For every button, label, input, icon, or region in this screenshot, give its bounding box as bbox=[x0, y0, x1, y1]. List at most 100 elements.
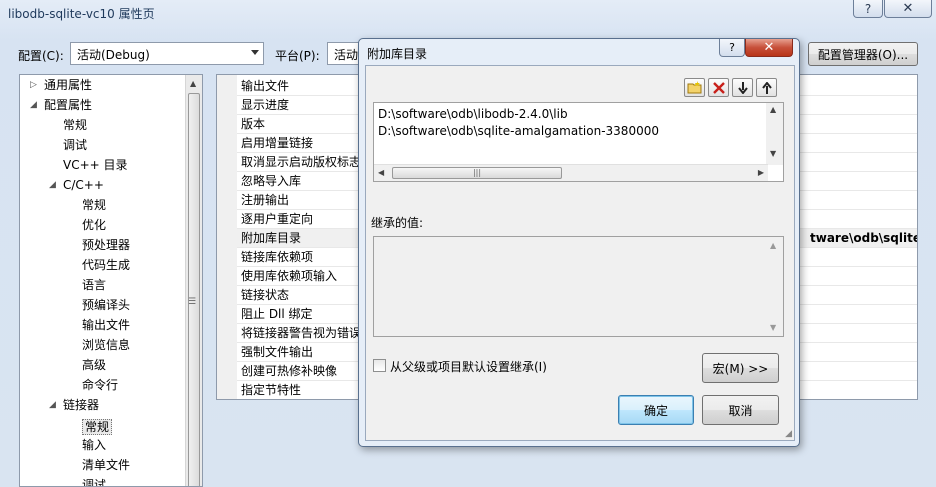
dialog-body: D:\software\odb\libodb-2.4.0\lib D:\soft… bbox=[365, 65, 795, 441]
tree-item[interactable]: 常规 bbox=[82, 415, 113, 435]
property-name: 强制文件输出 bbox=[241, 345, 314, 359]
collapse-arrow-icon[interactable]: ◢ bbox=[30, 95, 37, 115]
window-help-button[interactable]: ? bbox=[853, 0, 883, 18]
scroll-down-icon[interactable]: ▼ bbox=[770, 149, 776, 158]
window-close-button[interactable]: ✕ bbox=[884, 0, 932, 18]
tree-item[interactable]: ◢ C/C++ bbox=[49, 175, 104, 195]
property-name: 指定节特性 bbox=[241, 383, 302, 397]
property-name: 附加库目录 bbox=[241, 231, 302, 245]
additional-lib-dirs-dialog: 附加库目录 ? ✕ D:\software\odb\libodb-2.4.0\l… bbox=[358, 38, 800, 447]
tree-item[interactable]: 预处理器 bbox=[82, 235, 130, 255]
lib-list-vertical-scrollbar[interactable]: ▲ ▼ bbox=[766, 103, 783, 165]
scroll-up-icon[interactable]: ▲ bbox=[770, 241, 776, 250]
tree-item[interactable]: 浏览信息 bbox=[82, 335, 130, 355]
tree-item[interactable]: 调试 bbox=[63, 135, 87, 155]
tree-item[interactable]: 调试 bbox=[82, 475, 106, 486]
property-name: 输出文件 bbox=[241, 79, 290, 93]
tree-item[interactable]: VC++ 目录 bbox=[63, 155, 128, 175]
new-folder-button[interactable] bbox=[684, 78, 705, 97]
delete-button[interactable] bbox=[708, 78, 729, 97]
tree-item-label: 输出文件 bbox=[82, 318, 131, 332]
property-name: 取消显示启动版权标志 bbox=[241, 155, 362, 169]
tree-item[interactable]: 代码生成 bbox=[82, 255, 130, 275]
inherited-values-label: 继承的值: bbox=[371, 216, 424, 230]
list-item[interactable]: D:\software\odb\sqlite-amalgamation-3380… bbox=[378, 124, 659, 138]
tree-item[interactable]: 输出文件 bbox=[82, 315, 130, 335]
list-item[interactable]: D:\software\odb\libodb-2.4.0\lib bbox=[378, 107, 568, 121]
tree-item[interactable]: 语言 bbox=[82, 275, 106, 295]
tree-item[interactable]: 输入 bbox=[82, 435, 106, 455]
scroll-right-icon[interactable]: ▶ bbox=[758, 168, 764, 177]
scroll-up-icon[interactable]: ▲ bbox=[770, 105, 776, 114]
tree-item-label: 输入 bbox=[82, 438, 107, 452]
tree-item-label: 预编译头 bbox=[82, 298, 131, 312]
property-pages-window: libodb-sqlite-vc10 属性页 ? ✕ 配置(C): 活动(Deb… bbox=[0, 0, 936, 487]
scroll-up-icon[interactable]: ▲ bbox=[190, 79, 196, 88]
tree-item[interactable]: 命令行 bbox=[82, 375, 118, 395]
tree-item-label: 清单文件 bbox=[82, 458, 131, 472]
tree-item[interactable]: ▷ 通用属性 bbox=[30, 75, 93, 95]
tree-item-label: 通用属性 bbox=[44, 78, 93, 92]
config-manager-button[interactable]: 配置管理器(O)... bbox=[808, 42, 918, 66]
tree-scrollbar[interactable]: ▲ ☰ bbox=[185, 75, 202, 486]
tree-item-label: 常规 bbox=[63, 118, 88, 132]
close-icon: ✕ bbox=[763, 40, 775, 55]
tree-item[interactable]: 优化 bbox=[82, 215, 106, 235]
dialog-help-button[interactable]: ? bbox=[719, 39, 745, 57]
inherit-checkbox[interactable] bbox=[373, 359, 386, 372]
tree-item-label: 调试 bbox=[63, 138, 88, 152]
tree-item[interactable]: ◢ 链接器 bbox=[49, 395, 99, 415]
tree-item[interactable]: 预编译头 bbox=[82, 295, 130, 315]
tree-item-label: 高级 bbox=[82, 358, 107, 372]
chevron-down-icon bbox=[251, 50, 259, 55]
window-title: libodb-sqlite-vc10 属性页 bbox=[8, 7, 155, 21]
config-combobox-value: 活动(Debug) bbox=[77, 48, 150, 62]
tree-item-label: C/C++ bbox=[63, 178, 104, 192]
tree-item[interactable]: 清单文件 bbox=[82, 455, 130, 475]
platform-label: 平台(P): bbox=[275, 49, 320, 63]
tree-item-label: 语言 bbox=[82, 278, 107, 292]
property-name: 链接状态 bbox=[241, 288, 290, 302]
tree-item-label: 代码生成 bbox=[82, 258, 131, 272]
inherit-checkbox-label[interactable]: 从父级或项目默认设置继承(I) bbox=[390, 358, 547, 375]
tree-item[interactable]: 常规 bbox=[82, 195, 106, 215]
expand-arrow-icon[interactable]: ▷ bbox=[30, 75, 37, 95]
move-down-button[interactable] bbox=[732, 78, 753, 97]
tree-item-label: 命令行 bbox=[82, 378, 119, 392]
move-up-button[interactable] bbox=[756, 78, 777, 97]
tree-scroll-thumb[interactable] bbox=[188, 93, 200, 486]
property-name: 版本 bbox=[241, 117, 266, 131]
scroll-down-icon[interactable]: ▼ bbox=[770, 323, 776, 332]
scroll-left-icon[interactable]: ◀ bbox=[378, 168, 384, 177]
config-label: 配置(C): bbox=[18, 49, 64, 63]
tree-item[interactable]: ◢ 配置属性 bbox=[30, 95, 92, 115]
property-name: 创建可热修补映像 bbox=[241, 364, 338, 378]
horizontal-scroll-thumb[interactable]: ||| bbox=[392, 167, 562, 179]
tree-item-label: 预处理器 bbox=[82, 238, 131, 252]
tree-item[interactable]: 常规 bbox=[63, 115, 87, 135]
inherited-scrollbar[interactable]: ▲ ▼ bbox=[766, 237, 783, 336]
lib-list-horizontal-scrollbar[interactable]: ◀ ||| ▶ bbox=[374, 164, 768, 181]
tree-item[interactable]: 高级 bbox=[82, 355, 106, 375]
collapse-arrow-icon[interactable]: ◢ bbox=[49, 395, 56, 415]
platform-combobox-value: 活动 bbox=[334, 48, 359, 62]
property-name: 链接库依赖项 bbox=[241, 250, 314, 264]
tree-item-label: 常规 bbox=[82, 198, 107, 212]
property-tree[interactable]: ▷ 通用属性 ◢ 配置属性 常规 调试 VC++ 目录 ◢ C/C++ 常规 优化 预处理器 代码生成语… bbox=[19, 74, 203, 487]
property-value: tware\odb\sqlite-a bbox=[810, 231, 917, 245]
dialog-close-button[interactable]: ✕ bbox=[745, 39, 793, 57]
macro-button[interactable]: 宏(M) >> bbox=[702, 353, 779, 383]
delete-icon bbox=[712, 81, 725, 94]
property-name: 注册输出 bbox=[241, 193, 290, 207]
scroll-grip-icon: ☰ bbox=[188, 297, 197, 307]
collapse-arrow-icon[interactable]: ◢ bbox=[49, 175, 56, 195]
resize-grip-icon[interactable]: ◢ bbox=[785, 429, 792, 439]
cancel-button[interactable]: 取消 bbox=[702, 395, 779, 425]
ok-button[interactable]: 确定 bbox=[618, 395, 694, 425]
tree-item-label: VC++ 目录 bbox=[63, 158, 128, 172]
config-combobox[interactable]: 活动(Debug) bbox=[70, 42, 264, 65]
dialog-title: 附加库目录 bbox=[367, 47, 428, 61]
lib-dir-list[interactable]: D:\software\odb\libodb-2.4.0\lib D:\soft… bbox=[373, 102, 784, 182]
property-name: 阻止 Dll 绑定 bbox=[241, 307, 313, 321]
close-icon: ✕ bbox=[902, 1, 914, 16]
